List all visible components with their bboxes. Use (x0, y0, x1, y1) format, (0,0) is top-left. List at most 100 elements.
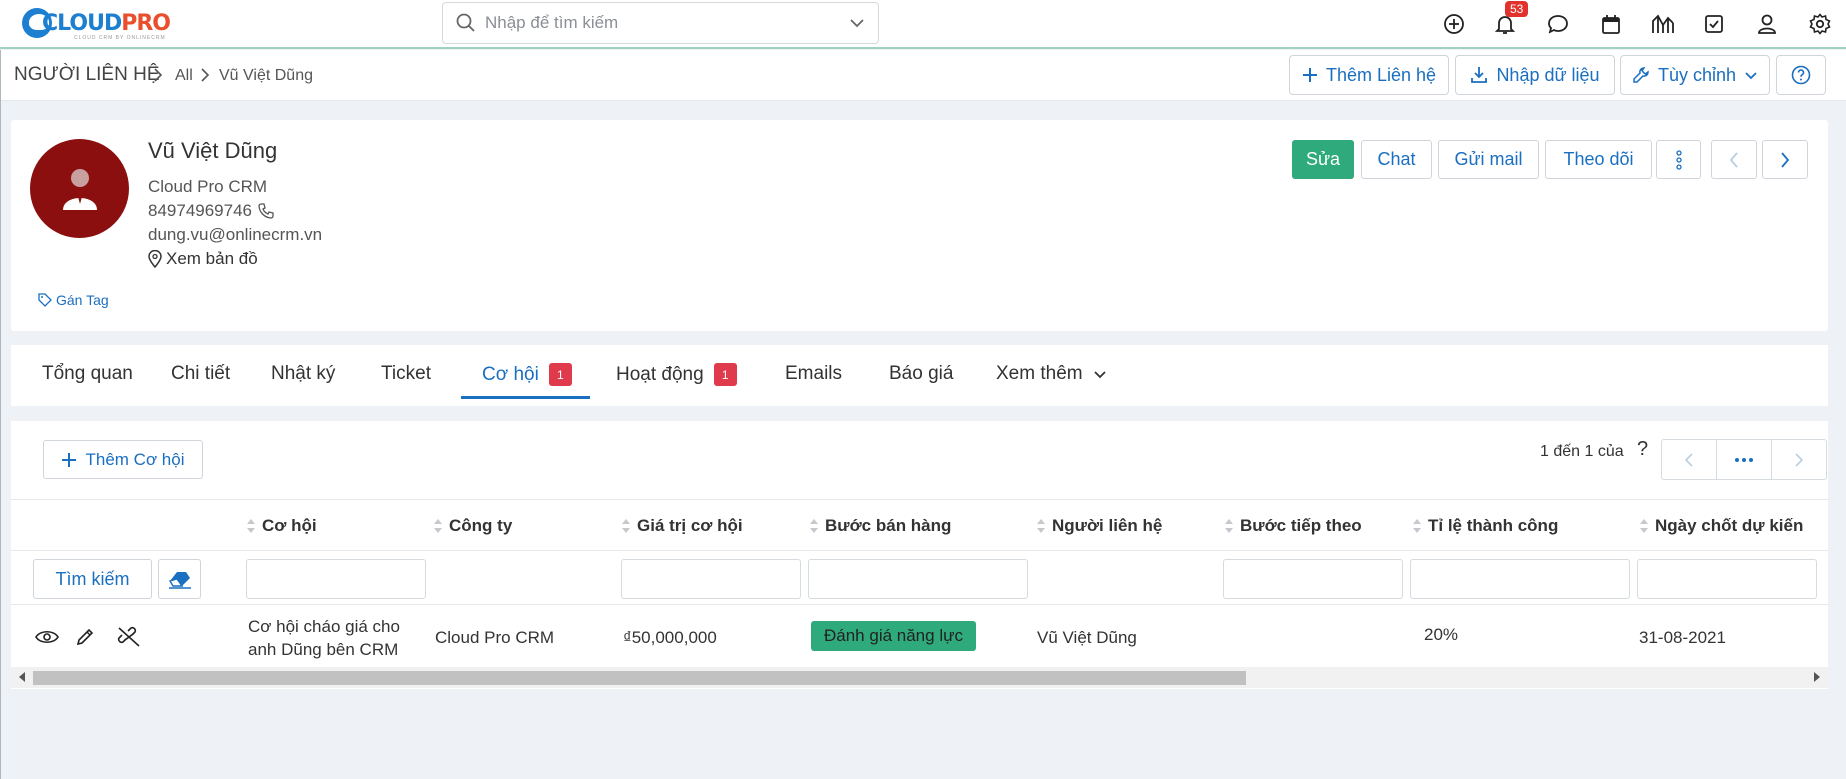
tab-more[interactable]: Xem thêm (996, 363, 1107, 385)
column-header[interactable]: Giá trị cơ hội (622, 516, 743, 536)
filter-input-close-date[interactable] (1637, 559, 1817, 599)
avatar (30, 139, 129, 238)
column-header[interactable]: Công ty (434, 516, 512, 536)
page-more-button[interactable] (1717, 440, 1772, 479)
add-opportunity-button[interactable]: Thêm Cơ hội (43, 440, 203, 479)
active-tab-indicator (461, 396, 590, 399)
tab-history[interactable]: Nhật ký (271, 363, 335, 385)
column-header[interactable]: Ngày chốt dự kiến (1640, 516, 1803, 536)
add-contact-button[interactable]: Thêm Liên hệ (1289, 55, 1449, 95)
pagination-info: 1 đến 1 của (1540, 443, 1624, 460)
filter-input-next-step[interactable] (1223, 559, 1403, 599)
tab-label: Ticket (381, 363, 431, 384)
column-label: Tỉ lệ thành công (1428, 516, 1559, 535)
edit-button[interactable]: Sửa (1292, 140, 1354, 179)
tab-quotes[interactable]: Báo giá (889, 363, 953, 385)
horizontal-scrollbar[interactable] (11, 667, 1828, 688)
help-button[interactable] (1776, 55, 1826, 95)
tag-icon (38, 293, 52, 307)
scroll-left-arrow[interactable] (19, 672, 25, 682)
cell-contact[interactable]: Vũ Việt Dũng (1037, 628, 1137, 648)
cell-company[interactable]: Cloud Pro CRM (435, 628, 554, 648)
sort-icon (810, 519, 819, 533)
opportunity-name-line: Cơ hội cháo giá cho (248, 617, 400, 636)
sort-icon (1037, 519, 1046, 533)
page-prev-button[interactable] (1662, 440, 1717, 479)
search-input[interactable] (485, 13, 855, 33)
stage-badge: Đánh giá năng lực (811, 621, 976, 651)
column-header[interactable]: Tỉ lệ thành công (1413, 516, 1558, 536)
column-header[interactable]: Người liên hệ (1037, 516, 1162, 536)
contact-email-value: dung.vu@onlinecrm.vn (148, 225, 323, 244)
chat-button[interactable]: Chat (1361, 140, 1432, 179)
tab-label: Báo giá (889, 363, 954, 384)
breadcrumb-filter[interactable]: All (175, 67, 193, 85)
tab-activities[interactable]: Hoạt động 1 (616, 363, 737, 386)
filter-input-value[interactable] (621, 559, 801, 599)
pagination-help[interactable]: ? (1637, 438, 1648, 461)
edit-pencil-icon[interactable] (72, 624, 98, 650)
chevron-right-icon (1795, 452, 1804, 467)
add-circle-icon[interactable] (1440, 10, 1468, 38)
contact-phone[interactable]: 84974969746 (148, 201, 274, 221)
contact-email[interactable]: dung.vu@onlinecrm.vn (148, 225, 322, 245)
tab-details[interactable]: Chi tiết (171, 363, 230, 385)
breadcrumb-module[interactable]: NGƯỜI LIÊN HỆ (14, 64, 160, 86)
view-icon[interactable] (34, 624, 60, 650)
column-header[interactable]: Bước bán hàng (810, 516, 951, 536)
tab-label: Emails (785, 363, 843, 384)
more-actions-button[interactable] (1656, 140, 1701, 179)
chevron-left-icon (1684, 452, 1693, 467)
cell-value: ₫50,000,000 (623, 628, 717, 647)
chevron-down-icon[interactable] (848, 14, 866, 37)
scroll-right-arrow[interactable] (1814, 672, 1820, 682)
tab-label: Tổng quan (42, 363, 133, 384)
filter-input-opportunity[interactable] (246, 559, 426, 599)
import-button[interactable]: Nhập dữ liệu (1455, 55, 1615, 95)
cell-probability: 20% (1424, 625, 1459, 644)
view-map-link[interactable]: Xem bản đồ (148, 249, 258, 269)
add-opportunity-label: Thêm Cơ hội (85, 449, 185, 469)
scrollbar-thumb[interactable] (33, 671, 1246, 685)
column-label: Bước bán hàng (825, 516, 952, 535)
eraser-icon (168, 572, 191, 589)
follow-button[interactable]: Theo dõi (1545, 140, 1652, 179)
customize-button[interactable]: Tùy chỉnh (1620, 55, 1770, 95)
logo[interactable]: CLOUDPRO CLOUD CRM BY ONLINECRM (22, 6, 171, 41)
column-header[interactable]: Bước tiếp theo (1225, 516, 1362, 536)
unlink-icon[interactable] (116, 624, 142, 650)
global-search[interactable] (442, 2, 879, 44)
tab-emails[interactable]: Emails (785, 363, 842, 385)
tab-label: Chi tiết (171, 363, 231, 384)
settings-icon[interactable] (1806, 10, 1834, 38)
assign-tag-link[interactable]: Gán Tag (38, 292, 109, 308)
chevron-left-icon (1729, 151, 1738, 168)
filter-input-stage[interactable] (808, 559, 1028, 599)
opportunity-name-link[interactable]: Cơ hội cháo giá cho anh Dũng bên CRM (248, 615, 400, 661)
previous-record-button[interactable] (1711, 140, 1757, 179)
tab-opportunities[interactable]: Cơ hội 1 (482, 363, 572, 386)
download-icon (1471, 67, 1488, 83)
clear-filter-button[interactable] (158, 559, 201, 599)
column-header[interactable]: Cơ hội (247, 516, 317, 536)
page-next-button[interactable] (1772, 440, 1826, 479)
column-label: Cơ hội (262, 516, 317, 535)
tab-label: Hoạt động (616, 363, 704, 385)
column-label: Công ty (449, 516, 513, 535)
chat-bubble-icon[interactable] (1544, 10, 1572, 38)
checkbox-icon[interactable] (1700, 10, 1728, 38)
breadcrumb-record: Vũ Việt Dũng (219, 67, 313, 84)
phone-icon[interactable] (258, 203, 274, 219)
calendar-icon[interactable] (1597, 10, 1625, 38)
plus-icon (1302, 68, 1317, 82)
tab-overview[interactable]: Tổng quan (42, 363, 133, 385)
tab-ticket[interactable]: Ticket (381, 363, 431, 385)
next-record-button[interactable] (1762, 140, 1808, 179)
chart-icon[interactable] (1649, 10, 1677, 38)
user-icon[interactable] (1753, 10, 1781, 38)
filter-input-probability[interactable] (1410, 559, 1630, 599)
send-mail-button[interactable]: Gửi mail (1438, 140, 1539, 179)
table-search-button[interactable]: Tìm kiếm (33, 559, 152, 599)
sort-icon (1413, 519, 1422, 533)
ellipsis-icon (1735, 457, 1753, 462)
